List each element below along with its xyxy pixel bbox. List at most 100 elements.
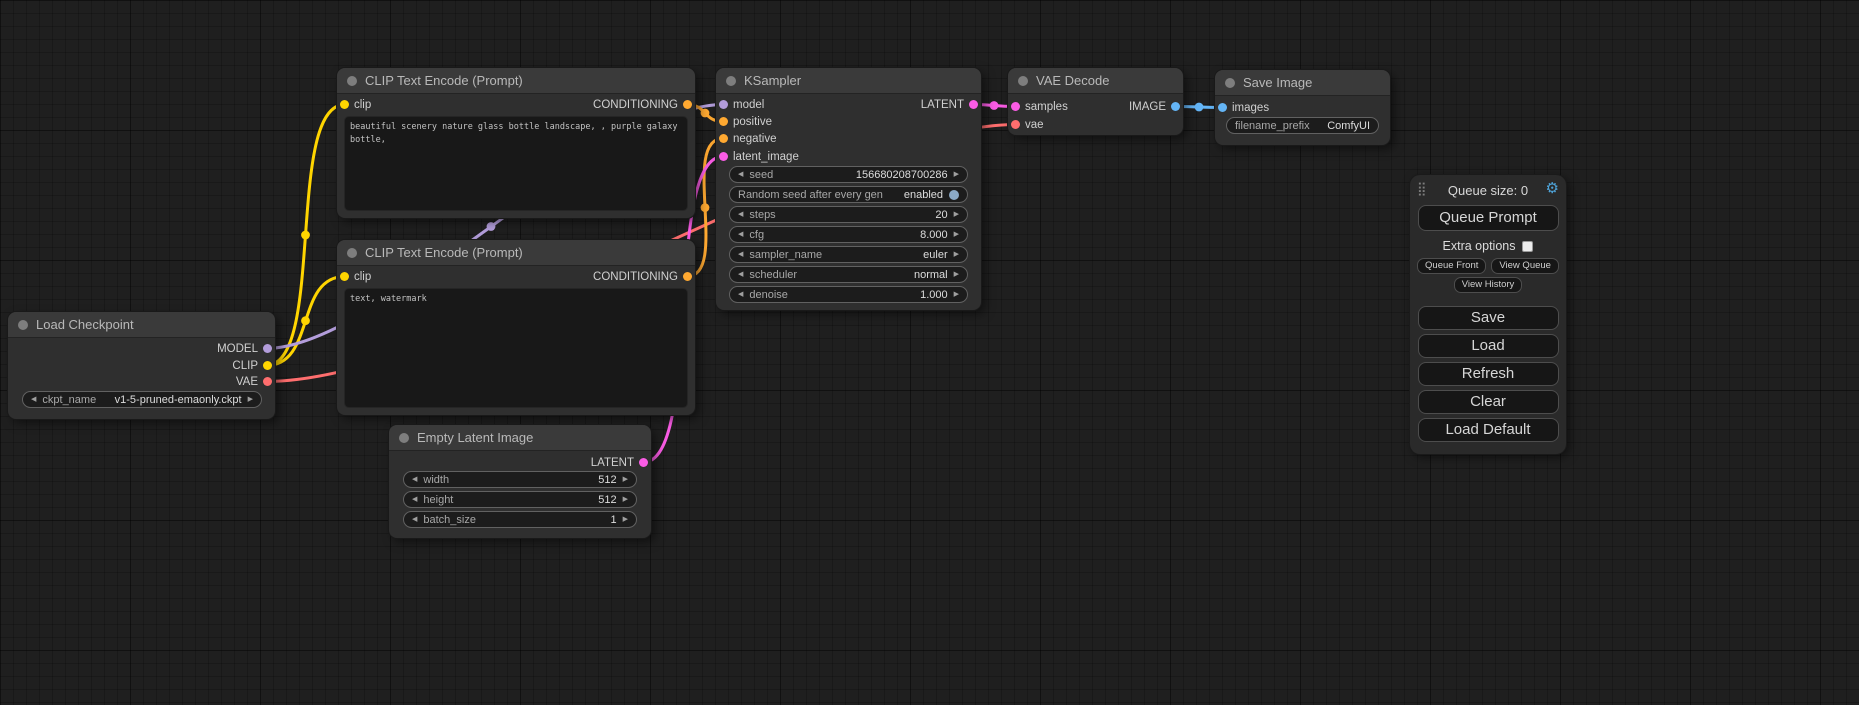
node-empty-latent-image[interactable]: Empty Latent Image LATENT ◀ width 512 ▶ …	[389, 425, 651, 538]
decrement-arrow-icon[interactable]: ◀	[412, 476, 417, 483]
collapse-dot[interactable]	[347, 248, 357, 258]
node-clip-text-encode-positive[interactable]: CLIP Text Encode (Prompt) clip CONDITION…	[337, 68, 695, 218]
drag-handle[interactable]: ⣿	[1417, 181, 1427, 197]
increment-arrow-icon[interactable]: ▶	[623, 476, 628, 483]
clip-slot-dot[interactable]	[340, 100, 349, 109]
node-vae-decode[interactable]: VAE Decode samples vae IMAGE	[1008, 68, 1183, 135]
increment-arrow-icon[interactable]: ▶	[954, 271, 959, 278]
scheduler-widget[interactable]: ◀ scheduler normal ▶	[729, 266, 968, 283]
increment-arrow-icon[interactable]: ▶	[623, 496, 628, 503]
view-queue-button[interactable]: View Queue	[1491, 258, 1559, 274]
random-seed-toggle-widget[interactable]: Random seed after every gen enabled	[729, 186, 968, 203]
node-title-bar[interactable]: Load Checkpoint	[8, 312, 275, 338]
node-title-bar[interactable]: Save Image	[1215, 70, 1390, 96]
increment-arrow-icon[interactable]: ▶	[954, 251, 959, 258]
queue-prompt-button[interactable]: Queue Prompt	[1418, 205, 1559, 231]
queue-front-button[interactable]: Queue Front	[1417, 258, 1486, 274]
height-widget[interactable]: ◀ height 512 ▶	[403, 491, 637, 508]
output-clip: CLIP	[232, 357, 272, 374]
sampler-name-widget[interactable]: ◀ sampler_name euler ▶	[729, 246, 968, 263]
cfg-widget[interactable]: ◀ cfg 8.000 ▶	[729, 226, 968, 243]
decrement-arrow-icon[interactable]: ◀	[738, 251, 743, 258]
collapse-dot[interactable]	[1018, 76, 1028, 86]
extra-options-checkbox[interactable]	[1522, 241, 1533, 252]
latent-slot-dot[interactable]	[719, 152, 728, 161]
node-title-bar[interactable]: CLIP Text Encode (Prompt)	[337, 240, 695, 266]
load-button[interactable]: Load	[1418, 334, 1559, 358]
widget-value: euler	[923, 249, 947, 261]
node-title-bar[interactable]: Empty Latent Image	[389, 425, 651, 451]
node-graph-canvas[interactable]: Load Checkpoint MODEL CLIP VAE ◀ ckpt_na…	[0, 0, 1859, 705]
batch-size-widget[interactable]: ◀ batch_size 1 ▶	[403, 511, 637, 528]
widget-label: cfg	[749, 229, 764, 241]
input-clip: clip	[340, 96, 371, 113]
conditioning-slot-dot[interactable]	[683, 100, 692, 109]
seed-widget[interactable]: ◀ seed 156680208700286 ▶	[729, 166, 968, 183]
decrement-arrow-icon[interactable]: ◀	[412, 516, 417, 523]
increment-arrow-icon[interactable]: ▶	[954, 231, 959, 238]
conditioning-slot-dot[interactable]	[719, 134, 728, 143]
input-latent-image: latent_image	[719, 148, 799, 165]
widget-label: ckpt_name	[42, 394, 96, 406]
node-title-bar[interactable]: VAE Decode	[1008, 68, 1183, 94]
collapse-dot[interactable]	[726, 76, 736, 86]
increment-arrow-icon[interactable]: ▶	[954, 291, 959, 298]
node-clip-text-encode-negative[interactable]: CLIP Text Encode (Prompt) clip CONDITION…	[337, 240, 695, 415]
latent-slot-dot[interactable]	[1011, 102, 1020, 111]
vae-slot-dot[interactable]	[1011, 120, 1020, 129]
collapse-dot[interactable]	[399, 433, 409, 443]
input-label: images	[1232, 102, 1269, 114]
save-button[interactable]: Save	[1418, 306, 1559, 330]
increment-arrow-icon[interactable]: ▶	[623, 516, 628, 523]
clip-slot-dot[interactable]	[263, 361, 272, 370]
filename-prefix-widget[interactable]: filename_prefix ComfyUI	[1226, 117, 1379, 134]
conditioning-slot-dot[interactable]	[683, 272, 692, 281]
increment-arrow-icon[interactable]: ▶	[248, 396, 253, 403]
increment-arrow-icon[interactable]: ▶	[954, 211, 959, 218]
latent-slot-dot[interactable]	[969, 100, 978, 109]
vae-slot-dot[interactable]	[263, 377, 272, 386]
decrement-arrow-icon[interactable]: ◀	[738, 271, 743, 278]
image-slot-dot[interactable]	[1218, 103, 1227, 112]
view-history-button[interactable]: View History	[1454, 277, 1523, 293]
collapse-dot[interactable]	[1225, 78, 1235, 88]
image-slot-dot[interactable]	[1171, 102, 1180, 111]
node-load-checkpoint[interactable]: Load Checkpoint MODEL CLIP VAE ◀ ckpt_na…	[8, 312, 275, 419]
prompt-text-area[interactable]: text, watermark	[344, 288, 688, 408]
output-latent: LATENT	[591, 454, 648, 471]
decrement-arrow-icon[interactable]: ◀	[31, 396, 36, 403]
node-title-bar[interactable]: KSampler	[716, 68, 981, 94]
conditioning-slot-dot[interactable]	[719, 117, 728, 126]
node-title-bar[interactable]: CLIP Text Encode (Prompt)	[337, 68, 695, 94]
steps-widget[interactable]: ◀ steps 20 ▶	[729, 206, 968, 223]
refresh-button[interactable]: Refresh	[1418, 362, 1559, 386]
decrement-arrow-icon[interactable]: ◀	[738, 171, 743, 178]
output-latent: LATENT	[921, 96, 978, 113]
widget-value: 20	[935, 209, 947, 221]
model-slot-dot[interactable]	[719, 100, 728, 109]
input-model: model	[719, 96, 764, 113]
toggle-knob[interactable]	[949, 190, 959, 200]
decrement-arrow-icon[interactable]: ◀	[738, 291, 743, 298]
output-label: IMAGE	[1129, 101, 1166, 113]
settings-gear-icon[interactable]: ⚙	[1546, 181, 1559, 196]
clear-button[interactable]: Clear	[1418, 390, 1559, 414]
prompt-text-area[interactable]: beautiful scenery nature glass bottle la…	[344, 116, 688, 211]
decrement-arrow-icon[interactable]: ◀	[412, 496, 417, 503]
width-widget[interactable]: ◀ width 512 ▶	[403, 471, 637, 488]
node-title: CLIP Text Encode (Prompt)	[365, 73, 523, 88]
clip-slot-dot[interactable]	[340, 272, 349, 281]
decrement-arrow-icon[interactable]: ◀	[738, 231, 743, 238]
load-default-button[interactable]: Load Default	[1418, 418, 1559, 442]
increment-arrow-icon[interactable]: ▶	[954, 171, 959, 178]
model-slot-dot[interactable]	[263, 344, 272, 353]
denoise-widget[interactable]: ◀ denoise 1.000 ▶	[729, 286, 968, 303]
collapse-dot[interactable]	[18, 320, 28, 330]
latent-slot-dot[interactable]	[639, 458, 648, 467]
node-ksampler[interactable]: KSampler model positive negative latent_…	[716, 68, 981, 310]
node-save-image[interactable]: Save Image images filename_prefix ComfyU…	[1215, 70, 1390, 145]
ckpt-name-widget[interactable]: ◀ ckpt_name v1-5-pruned-emaonly.ckpt ▶	[22, 391, 262, 408]
collapse-dot[interactable]	[347, 76, 357, 86]
output-model: MODEL	[217, 340, 272, 357]
decrement-arrow-icon[interactable]: ◀	[738, 211, 743, 218]
